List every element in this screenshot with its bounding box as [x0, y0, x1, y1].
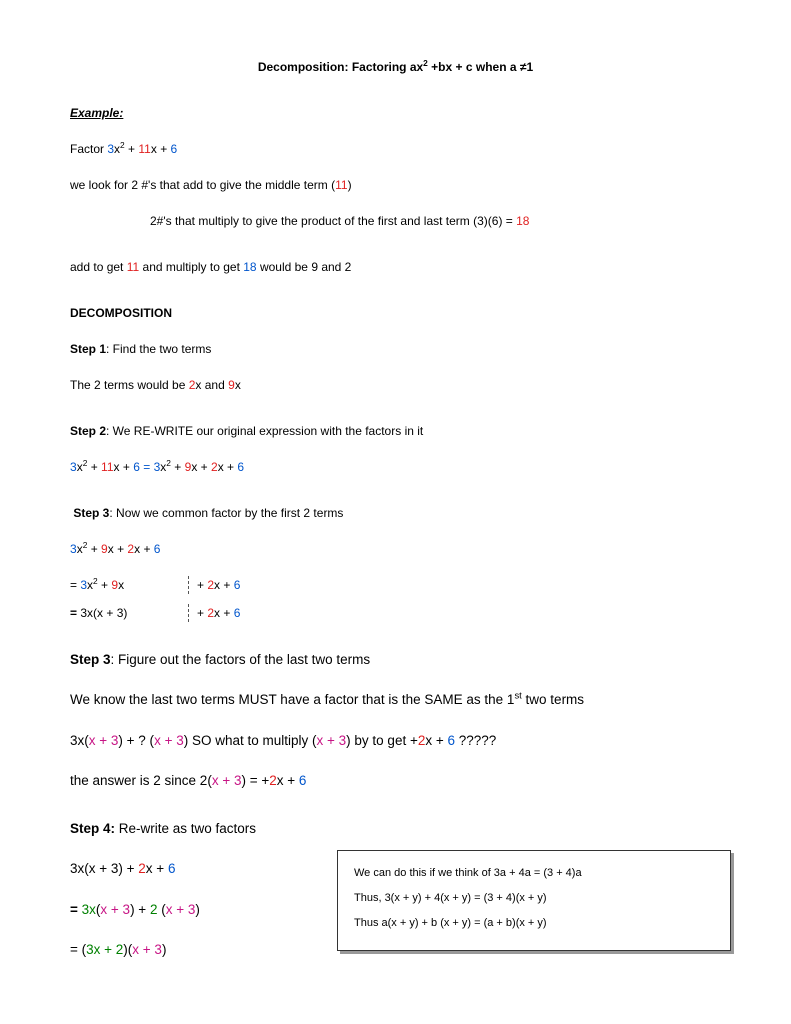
step1-text: : Find the two terms — [106, 342, 211, 356]
close-paren: ) — [348, 178, 352, 192]
step1-label: Step 1 — [70, 342, 106, 356]
step3a-row2: = 3x(x + 3) + 2x + 6 — [70, 604, 721, 622]
mult-text: 2#'s that multiply to give the product o… — [150, 214, 516, 228]
note-box: We can do this if we think of 3a + 4a = … — [337, 850, 731, 951]
step2-text: : We RE-WRITE our original expression wi… — [106, 424, 423, 438]
title-part-3: 1 — [526, 60, 533, 74]
look-text: we look for 2 #'s that add to give the m… — [70, 178, 335, 192]
look-for-line: we look for 2 #'s that add to give the m… — [70, 176, 721, 194]
mult-18: 18 — [243, 260, 256, 274]
coef-6: 6 — [171, 142, 178, 156]
vertical-divider-icon — [188, 604, 189, 622]
x2: x2 — [114, 142, 125, 156]
step3a-label: Step 3 — [73, 506, 109, 520]
vertical-divider-icon — [188, 576, 189, 594]
add-a: add to get — [70, 260, 127, 274]
note-line-1: We can do this if we think of 3a + 4a = … — [354, 863, 714, 884]
step3a-eq1: 3x2 + 9x + 2x + 6 — [70, 540, 721, 558]
add-11: 11 — [127, 260, 139, 274]
step3a-row1: = 3x2 + 9x + 2x + 6 — [70, 576, 721, 594]
add-b: and multiply to get — [139, 260, 243, 274]
s1a: The 2 terms would be — [70, 378, 189, 392]
step3b: Step 3: Figure out the factors of the la… — [70, 650, 721, 670]
s1b: x and — [195, 378, 228, 392]
row2-left: = 3x(x + 3) — [70, 606, 180, 620]
add-c: would be 9 and 2 — [257, 260, 352, 274]
decomposition-heading: DECOMPOSITION — [70, 304, 721, 322]
factor-line: Factor 3x2 + 11x + 6 — [70, 140, 721, 158]
step3a: Step 3: Now we common factor by the firs… — [70, 504, 721, 522]
must-line: We know the last two terms MUST have a f… — [70, 690, 721, 710]
document-page: Decomposition: Factoring ax2 +bx + c whe… — [0, 0, 791, 1024]
page-title: Decomposition: Factoring ax2 +bx + c whe… — [70, 60, 721, 74]
row2-right: + 2x + 6 — [197, 606, 240, 620]
add-multiply-line: add to get 11 and multiply to get 18 wou… — [70, 258, 721, 276]
step3a-text: : Now we common factor by the first 2 te… — [109, 506, 343, 520]
coef-11: 11 — [138, 142, 150, 156]
step2-label: Step 2 — [70, 424, 106, 438]
answer-line: the answer is 2 since 2(x + 3) = +2x + 6 — [70, 771, 721, 791]
step4-text: Re-write as two factors — [115, 821, 256, 836]
title-part-1: Decomposition: Factoring ax — [258, 60, 423, 74]
row1-right: + 2x + 6 — [197, 578, 240, 592]
so-line: 3x(x + 3) + ? (x + 3) SO what to multipl… — [70, 731, 721, 751]
step1-line2: The 2 terms would be 2x and 9x — [70, 376, 721, 394]
step3b-label: Step 3 — [70, 652, 111, 667]
step4-label: Step 4: — [70, 821, 115, 836]
note-line-2: Thus, 3(x + y) + 4(x + y) = (3 + 4)(x + … — [354, 888, 714, 909]
row1-left: = 3x2 + 9x — [70, 578, 180, 592]
prod-18: 18 — [516, 214, 529, 228]
multiply-line: 2#'s that multiply to give the product o… — [70, 212, 721, 230]
s1c: x — [235, 378, 241, 392]
term-9: 9 — [228, 378, 235, 392]
title-part-2: +bx + c when a — [428, 60, 520, 74]
step1: Step 1: Find the two terms — [70, 340, 721, 358]
example-heading: Example: — [70, 104, 721, 122]
step2-equation: 3x2 + 11x + 6 = 3x2 + 9x + 2x + 6 — [70, 458, 721, 476]
step3b-text: : Figure out the factors of the last two… — [111, 652, 371, 667]
step2: Step 2: We RE-WRITE our original express… — [70, 422, 721, 440]
step4: Step 4: Re-write as two factors — [70, 819, 721, 839]
note-line-3: Thus a(x + y) + b (x + y) = (a + b)(x + … — [354, 913, 714, 934]
mid-11: 11 — [335, 178, 347, 192]
factor-word: Factor — [70, 142, 107, 156]
